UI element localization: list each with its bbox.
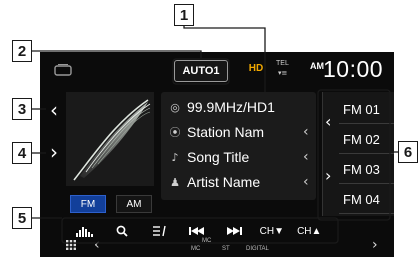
equalizer-icon bbox=[75, 227, 93, 237]
channel-down-button[interactable]: CH▼ bbox=[253, 220, 290, 242]
artist-name-text: Artist Name bbox=[187, 174, 261, 190]
expand-chevron-icon[interactable]: ‹ bbox=[303, 149, 309, 165]
preset-item[interactable]: FM 01 bbox=[339, 96, 394, 124]
list-button[interactable] bbox=[141, 220, 178, 242]
music-note-icon: ♪ bbox=[171, 150, 179, 164]
mc-indicator-top: MC bbox=[202, 238, 212, 244]
preset-prev-chevron-icon[interactable]: ‹ bbox=[325, 112, 335, 131]
callout-3: 3 bbox=[12, 98, 32, 120]
tel-indicator: TEL bbox=[276, 60, 289, 67]
seek-back-icon bbox=[188, 227, 204, 235]
preset-item[interactable]: FM 02 bbox=[339, 126, 394, 154]
band-am-button[interactable]: AM bbox=[116, 195, 152, 213]
radio-screen: AUTO1 HD TEL ▾≡ AM 10:00 ‹ › FM AM ◎ 99.… bbox=[40, 52, 394, 257]
frequency-text: 99.9MHz/HD1 bbox=[187, 99, 275, 115]
station-name-row[interactable]: ⦿ Station Nam ‹ bbox=[167, 121, 313, 143]
preset-item[interactable]: FM 04 bbox=[339, 186, 394, 214]
callout-6: 6 bbox=[398, 141, 418, 163]
preset-item[interactable]: FM 03 bbox=[339, 156, 394, 184]
list-icon bbox=[152, 225, 166, 237]
art-prev-chevron-icon[interactable]: ‹ bbox=[46, 94, 62, 126]
digital-indicator: DIGITAL bbox=[246, 246, 269, 252]
seek-forward-icon bbox=[227, 227, 243, 235]
signal-icon: ▾≡ bbox=[278, 69, 288, 77]
preset-next-chevron-icon[interactable]: › bbox=[325, 166, 335, 185]
mc-indicator: MC bbox=[191, 246, 201, 252]
search-button[interactable] bbox=[103, 220, 140, 242]
clock-ampm: AM bbox=[310, 61, 324, 71]
source-icon[interactable] bbox=[54, 64, 72, 76]
callout-4: 4 bbox=[12, 142, 32, 164]
album-artwork[interactable] bbox=[66, 92, 154, 186]
art-next-chevron-icon[interactable]: › bbox=[46, 136, 62, 168]
band-fm-button[interactable]: FM bbox=[70, 195, 106, 213]
song-title-text: Song Title bbox=[187, 149, 250, 165]
clock-time: 10:00 bbox=[323, 56, 384, 82]
station-name-text: Station Nam bbox=[187, 124, 265, 140]
callout-5: 5 bbox=[12, 207, 32, 229]
bottom-prev-chevron-icon[interactable]: ‹ bbox=[94, 237, 100, 253]
broadcast-icon: ⦿ bbox=[169, 126, 181, 139]
hd-radio-icon: HD bbox=[248, 63, 264, 74]
stereo-indicator: ST bbox=[222, 246, 230, 252]
expand-chevron-icon[interactable]: ‹ bbox=[303, 174, 309, 190]
frequency-row: ◎ 99.9MHz/HD1 bbox=[167, 96, 313, 118]
channel-up-button[interactable]: CH▲ bbox=[291, 220, 328, 242]
control-bar: CH▼ CH▲ bbox=[66, 220, 328, 242]
callout-2: 2 bbox=[12, 40, 32, 62]
feather-artwork-image bbox=[66, 92, 154, 186]
menu-grid-icon[interactable] bbox=[66, 240, 76, 250]
search-icon bbox=[116, 225, 128, 237]
callout-1: 1 bbox=[174, 4, 194, 26]
bottom-bar: ‹ MC MC ST DIGITAL › bbox=[40, 237, 394, 257]
seek-mode-button[interactable]: AUTO1 bbox=[174, 60, 228, 82]
song-title-row[interactable]: ♪ Song Title ‹ bbox=[167, 146, 313, 168]
seek-forward-button[interactable] bbox=[216, 220, 253, 242]
expand-chevron-icon[interactable]: ‹ bbox=[303, 124, 309, 140]
preset-list: ‹ › FM 01 FM 02 FM 03 FM 04 bbox=[322, 92, 394, 216]
artist-row[interactable]: ♟ Artist Name ‹ bbox=[167, 171, 313, 193]
bottom-next-chevron-icon[interactable]: › bbox=[372, 237, 378, 253]
person-icon: ♟ bbox=[170, 175, 180, 189]
tuner-icon: ◎ bbox=[170, 100, 180, 114]
station-info-panel: ◎ 99.9MHz/HD1 ⦿ Station Nam ‹ ♪ Song Tit… bbox=[161, 92, 316, 200]
